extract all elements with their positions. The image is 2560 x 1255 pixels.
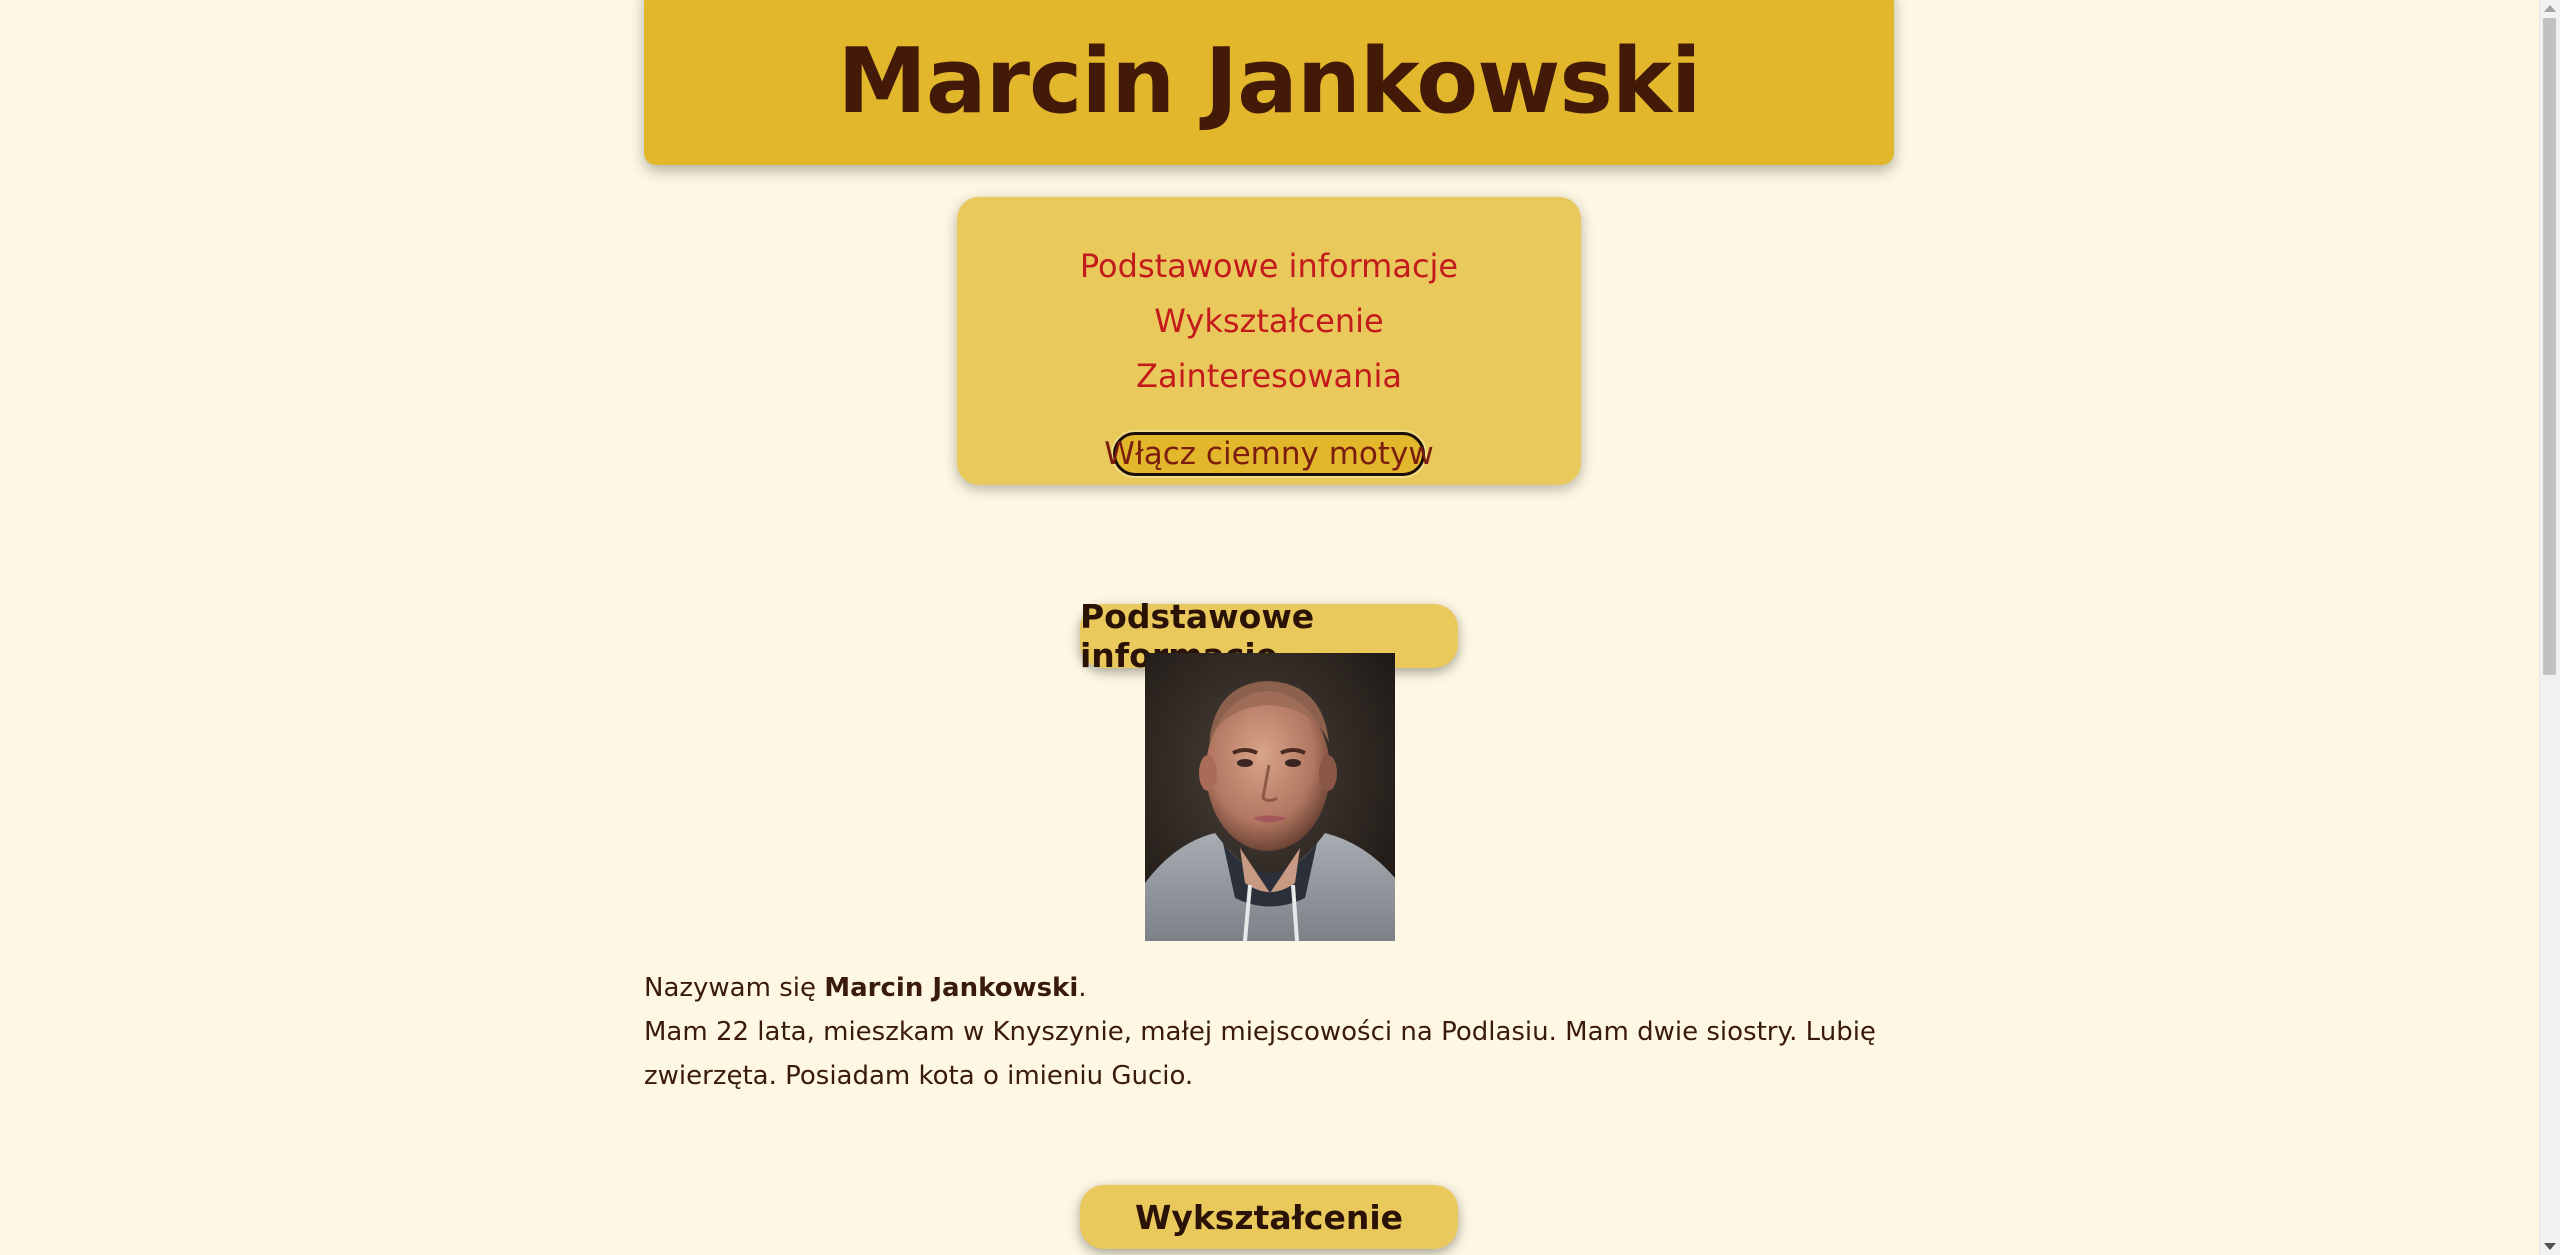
intro-name: Marcin Jankowski — [824, 973, 1079, 1003]
dark-theme-toggle-button[interactable]: Włącz ciemny motyw — [1104, 432, 1434, 476]
nav-link-education[interactable]: Wykształcenie — [1154, 302, 1383, 340]
intro-suffix: . — [1078, 973, 1087, 1003]
page-title: Marcin Jankowski — [837, 29, 1701, 134]
scroll-down-arrow-icon[interactable] — [2544, 1243, 2556, 1250]
nav-item: Zainteresowania — [957, 354, 1581, 409]
site-header: Marcin Jankowski — [644, 0, 1894, 165]
nav-link-basic-info[interactable]: Podstawowe informacje — [1080, 247, 1458, 285]
nav-link-interests[interactable]: Zainteresowania — [1136, 357, 1402, 395]
vertical-scrollbar[interactable] — [2539, 0, 2560, 1255]
nav-item: Wykształcenie — [957, 299, 1581, 354]
scrollbar-thumb[interactable] — [2543, 18, 2556, 675]
scroll-up-arrow-icon[interactable] — [2544, 5, 2556, 12]
intro-line: Nazywam się Marcin Jankowski. — [644, 966, 1904, 1010]
main-navigation: Podstawowe informacje Wykształcenie Zain… — [957, 197, 1581, 485]
basic-info-text: Nazywam się Marcin Jankowski. Mam 22 lat… — [644, 966, 1904, 1098]
section-heading-education: Wykształcenie — [1080, 1185, 1458, 1250]
profile-photo — [1145, 653, 1395, 941]
bio-paragraph: Mam 22 lata, mieszkam w Knyszynie, małej… — [644, 1017, 1876, 1091]
nav-item: Podstawowe informacje — [957, 244, 1581, 299]
nav-list: Podstawowe informacje Wykształcenie Zain… — [957, 244, 1581, 409]
intro-prefix: Nazywam się — [644, 973, 825, 1003]
page: Marcin Jankowski Podstawowe informacje W… — [0, 0, 2540, 1255]
